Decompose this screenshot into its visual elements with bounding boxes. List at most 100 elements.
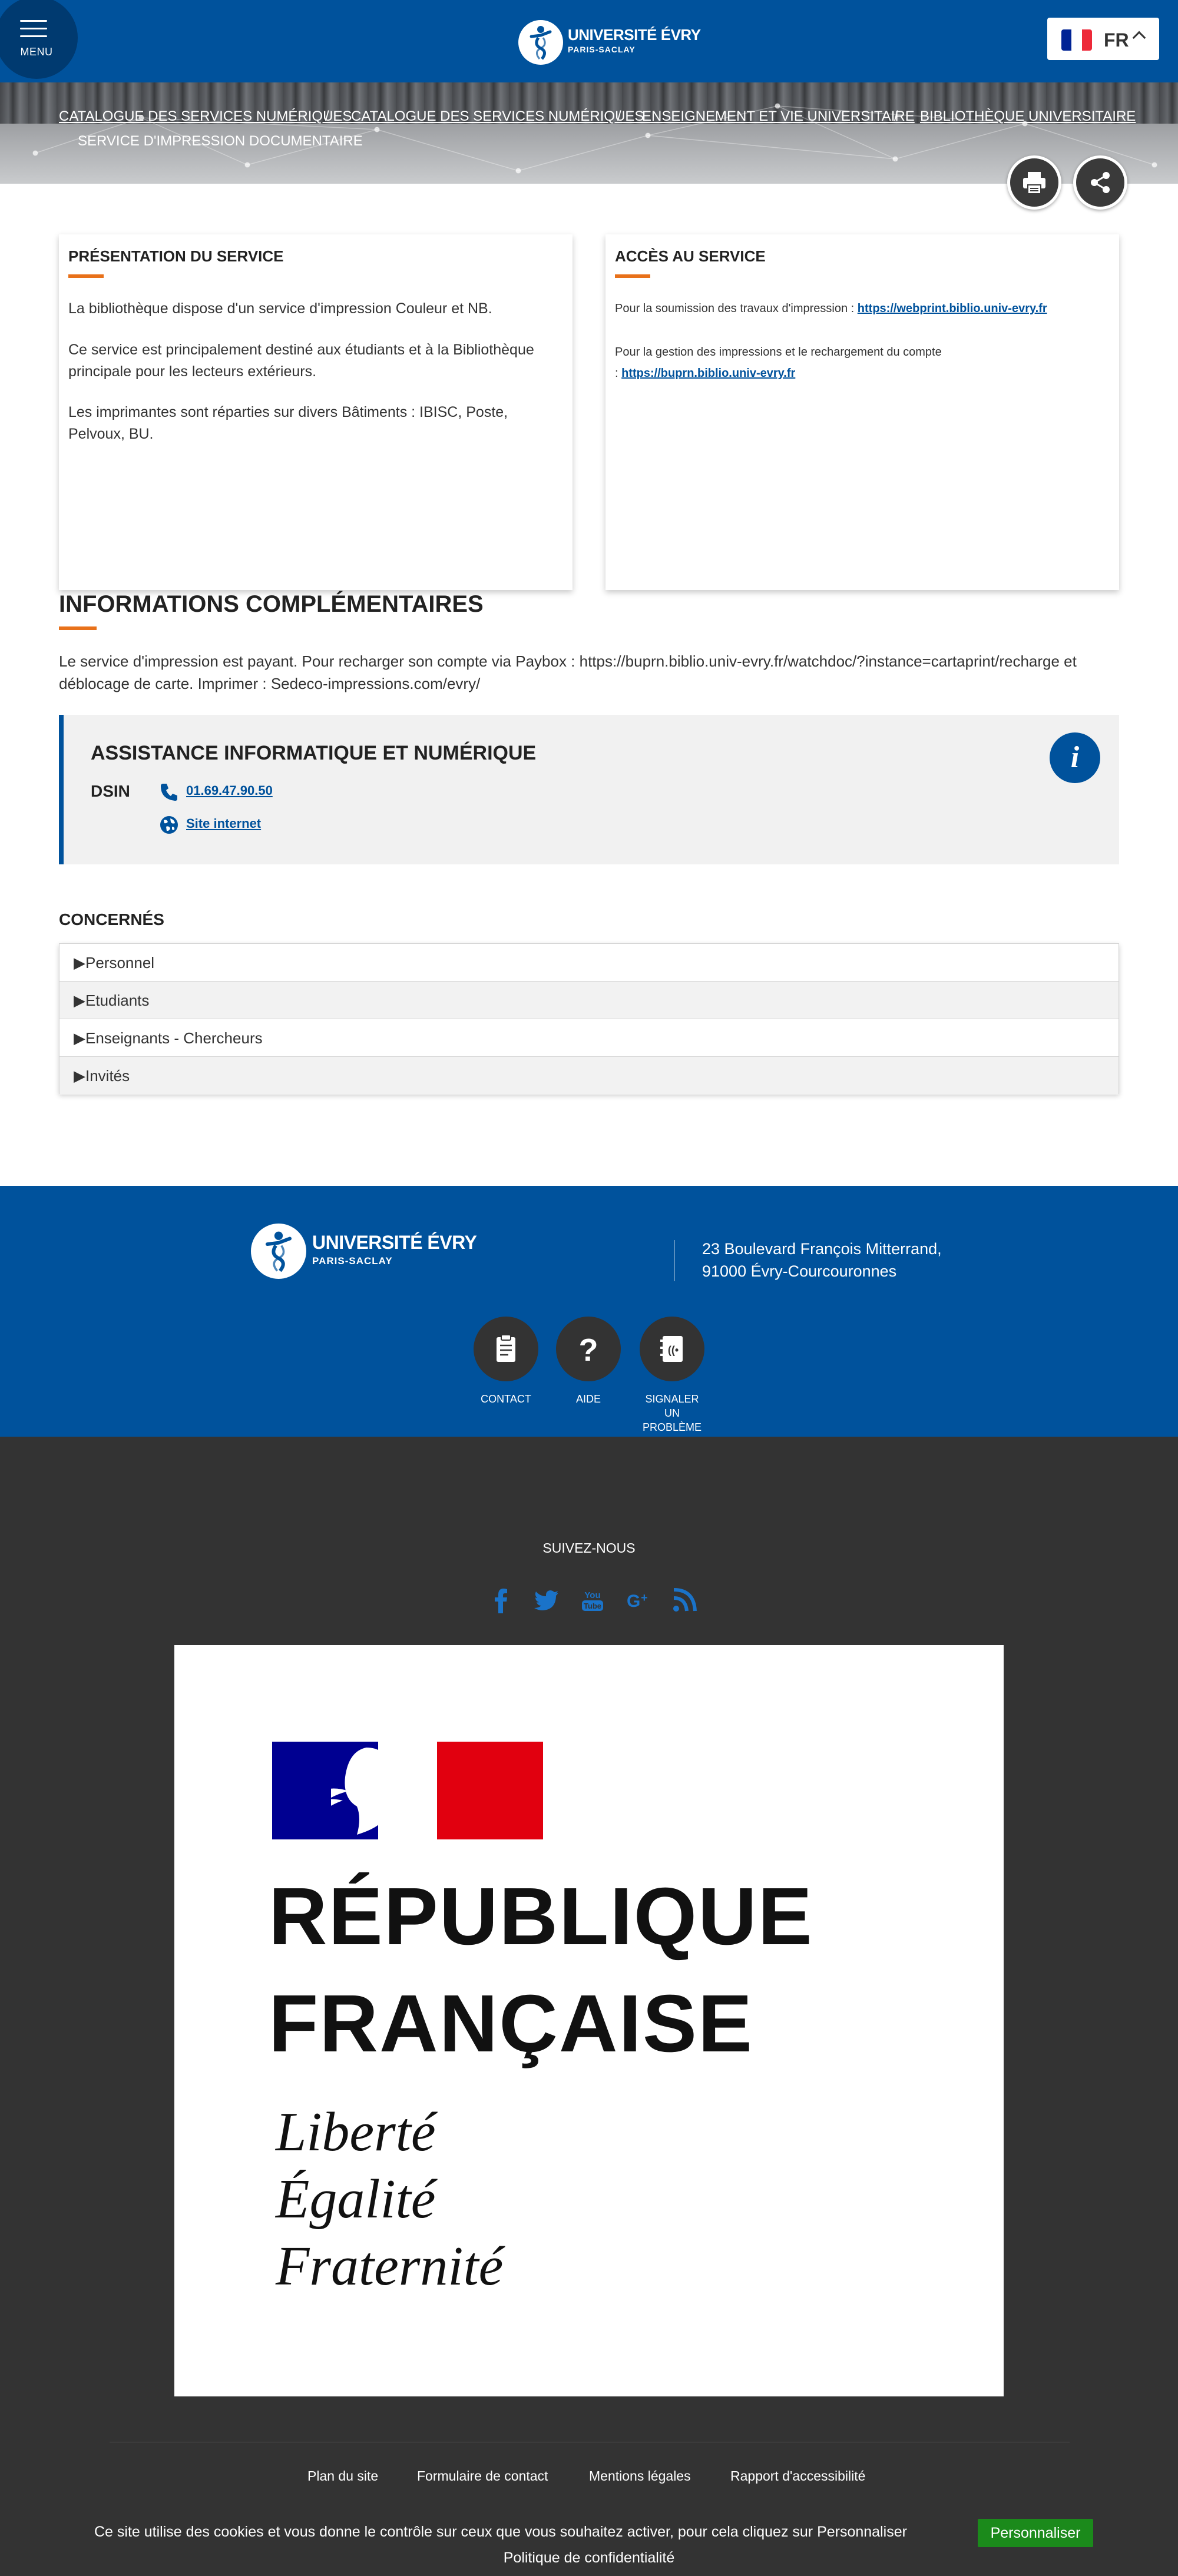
contact-button[interactable]: CONTACT xyxy=(474,1317,538,1406)
republique-motto: Liberté Égalité Fraternité xyxy=(276,2098,503,2300)
access-line-1: Pour la soumission des travaux d'impress… xyxy=(615,298,1110,319)
accordion-item[interactable]: ▶Enseignants - Chercheurs xyxy=(59,1019,1119,1057)
report-problem-button[interactable]: ((• SIGNALER UN PROBLÈME xyxy=(640,1317,704,1434)
breadcrumb-link[interactable]: Bibliothèque universitaire xyxy=(920,108,1136,125)
sitemap-link[interactable]: Plan du site xyxy=(307,2468,378,2484)
assistance-box: Assistance informatique et numérique DSI… xyxy=(59,715,1119,864)
accordion-item[interactable]: ▶Personnel xyxy=(59,944,1119,982)
info-title: Informations complémentaires xyxy=(59,591,484,617)
accordion-item[interactable]: ▶Invités xyxy=(59,1057,1119,1095)
accordion-item-label: Enseignants - Chercheurs xyxy=(85,1029,263,1047)
university-emblem-icon xyxy=(251,1224,306,1279)
breadcrumb-link[interactable]: Catalogue des services numériques xyxy=(351,108,644,125)
globe-icon xyxy=(160,816,178,834)
svg-text:Tube: Tube xyxy=(584,1602,601,1610)
footer-contact: UNIVERSITÉ ÉVRY PARIS-SACLAY 23 Boulevar… xyxy=(0,1186,1178,1437)
site-header: MENU UNIVERSITÉ ÉVRY PARIS-SACLAY FR xyxy=(0,0,1178,82)
footer-logo-title: UNIVERSITÉ ÉVRY xyxy=(312,1232,477,1253)
caret-right-icon: ▶ xyxy=(74,954,85,972)
youtube-link[interactable]: You Tube xyxy=(575,1583,610,1618)
footer-logo[interactable]: UNIVERSITÉ ÉVRY PARIS-SACLAY xyxy=(251,1224,477,1282)
question-mark-icon: ? xyxy=(579,1332,598,1365)
breadcrumb-current: Service d'impression documentaire xyxy=(78,133,363,149)
access-card: Accès au service Pour la soumission des … xyxy=(605,234,1119,590)
contact-form-link[interactable]: Formulaire de contact xyxy=(417,2468,548,2484)
facebook-link[interactable] xyxy=(483,1583,518,1618)
university-emblem-icon xyxy=(518,20,563,65)
rss-link[interactable] xyxy=(667,1583,702,1618)
privacy-policy-link[interactable]: Politique de confidentialité xyxy=(0,2550,1178,2567)
caret-right-icon: ▶ xyxy=(74,992,85,1009)
logo-title: UNIVERSITÉ ÉVRY xyxy=(568,26,701,44)
concerned-title: Concernés xyxy=(59,910,164,929)
accordion-item-label: Etudiants xyxy=(85,992,150,1009)
svg-text:?: ? xyxy=(579,1332,598,1365)
access-title: Accès au service xyxy=(615,247,766,265)
university-logo[interactable]: UNIVERSITÉ ÉVRY PARIS-SACLAY xyxy=(518,20,701,67)
cookie-banner: Ce site utilise des cookies et vous donn… xyxy=(0,2512,1178,2576)
motto-fraternite: Fraternité xyxy=(276,2236,504,2297)
republique-line-2: FRANÇAISE xyxy=(269,1978,754,2069)
accordion-item[interactable]: ▶Etudiants xyxy=(59,982,1119,1019)
legal-notice-link[interactable]: Mentions légales xyxy=(589,2468,691,2484)
svg-text:+: + xyxy=(641,1592,648,1604)
share-button[interactable] xyxy=(1073,155,1127,210)
phone-link[interactable]: 01.69.47.90.50 xyxy=(186,783,273,798)
accessibility-report-link[interactable]: Rapport d'accessibilité xyxy=(730,2468,865,2484)
follow-us-label: Suivez-nous xyxy=(542,1540,636,1556)
assistance-title: Assistance informatique et numérique xyxy=(91,742,537,764)
breadcrumb-separator: / xyxy=(894,108,898,124)
motto-egalite: Égalité xyxy=(276,2169,436,2230)
customize-cookies-button[interactable]: Personnaliser xyxy=(978,2519,1093,2547)
report-problem-label: SIGNALER UN PROBLÈME xyxy=(642,1393,702,1433)
chevron-up-icon xyxy=(1132,31,1146,45)
access-line-2-prefix: : xyxy=(615,367,622,380)
accordion-item-label: Invités xyxy=(85,1067,130,1085)
caret-right-icon: ▶ xyxy=(74,1029,85,1047)
menu-button[interactable]: MENU xyxy=(0,0,78,79)
breadcrumb-link[interactable]: Catalogue des services numériques xyxy=(59,108,352,125)
breadcrumb-link[interactable]: Enseignement et vie universitaire xyxy=(642,108,915,125)
assistance-org: DSIN xyxy=(91,782,130,800)
svg-text:G: G xyxy=(627,1592,640,1611)
presentation-paragraph: Ce service est principalement destiné au… xyxy=(68,342,534,380)
twitter-icon xyxy=(534,1590,558,1610)
address-line-1: 23 Boulevard François Mitterrand, xyxy=(702,1240,942,1258)
address-line-2: 91000 Évry-Courcouronnes xyxy=(702,1262,897,1280)
access-line-3: : https://buprn.biblio.univ-evry.fr xyxy=(615,363,1110,384)
share-icon xyxy=(1091,172,1110,193)
accordion-item-label: Personnel xyxy=(85,954,155,972)
website-link[interactable]: Site internet xyxy=(186,816,261,831)
print-button[interactable] xyxy=(1007,155,1061,210)
buprn-link[interactable]: https://buprn.biblio.univ-evry.fr xyxy=(621,367,795,380)
access-line-1-text: Pour la soumission des travaux d'impress… xyxy=(615,302,858,315)
address-book-icon: ((• xyxy=(660,1336,683,1362)
republique-title: RÉPUBLIQUE FRANÇAISE xyxy=(269,1863,813,2077)
facebook-icon xyxy=(495,1589,507,1613)
marianne-flag-graphic xyxy=(272,1742,543,1839)
help-button[interactable]: ? AIDE xyxy=(556,1317,621,1406)
twitter-link[interactable] xyxy=(529,1583,564,1618)
webprint-link[interactable]: https://webprint.biblio.univ-evry.fr xyxy=(858,302,1047,315)
title-underline xyxy=(68,274,104,278)
svg-text:((•: ((• xyxy=(668,1344,679,1356)
printer-icon xyxy=(1023,172,1045,194)
google-plus-link[interactable]: G + xyxy=(621,1583,656,1618)
language-selector[interactable]: FR xyxy=(1047,18,1159,60)
breadcrumb-separator: / xyxy=(617,108,621,124)
clipboard-icon xyxy=(497,1334,515,1362)
menu-label: MENU xyxy=(20,46,53,58)
footer-divider xyxy=(674,1240,675,1281)
caret-right-icon: ▶ xyxy=(74,1067,85,1085)
cookie-message: Ce site utilise des cookies et vous donn… xyxy=(94,2524,907,2540)
info-title-underline xyxy=(59,626,97,630)
google-plus-icon: G + xyxy=(627,1592,648,1611)
republique-francaise-logo[interactable]: RÉPUBLIQUE FRANÇAISE Liberté Égalité Fra… xyxy=(174,1645,1004,2396)
footer-main: Suivez-nous You Tube G + xyxy=(0,1437,1178,2576)
presentation-card: Présentation du service La bibliothèque … xyxy=(59,234,573,590)
republique-line-1: RÉPUBLIQUE xyxy=(269,1871,813,1962)
language-code: FR xyxy=(1104,29,1129,51)
title-underline xyxy=(615,274,650,278)
presentation-title: Présentation du service xyxy=(68,247,284,265)
contact-label: CONTACT xyxy=(481,1393,531,1405)
